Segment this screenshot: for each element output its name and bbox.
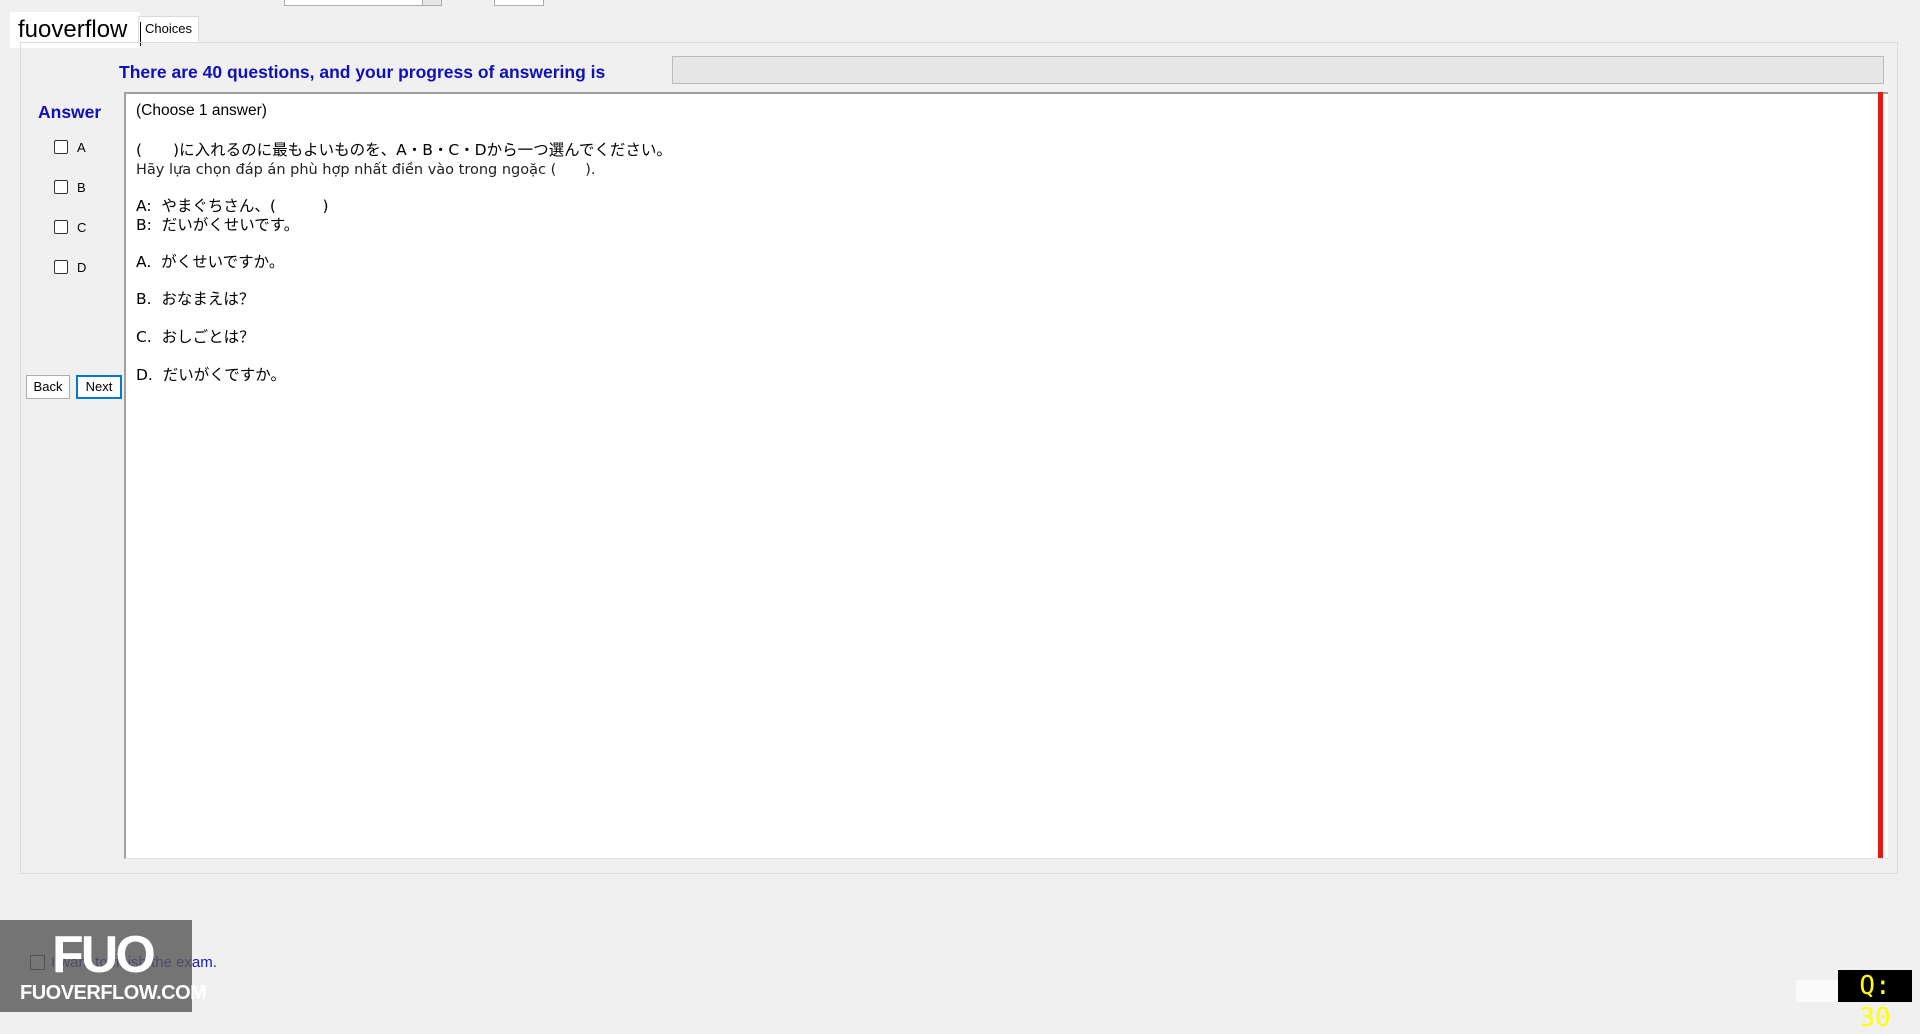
question-instruction-vi: Hãy lựa chọn đáp án phù hợp nhất điền và… bbox=[136, 162, 596, 178]
question-instruction-jp: ( )に入れるのに最もよいものを、A・B・C・Dから一つ選んでください。 bbox=[136, 141, 672, 159]
checkbox[interactable] bbox=[54, 180, 68, 194]
choice-a: A. がくせいですか。 bbox=[136, 253, 285, 271]
answer-option-label: C bbox=[77, 219, 87, 235]
choice-c: C. おしごとは？ bbox=[136, 328, 255, 346]
progress-caption: There are 40 questions, and your progres… bbox=[119, 62, 606, 82]
logo-text: FUOVERFLOW.COM bbox=[20, 982, 207, 1004]
fuoverflow-logo: FUO FUOVERFLOW.COM bbox=[0, 920, 207, 1012]
answer-option-d[interactable]: D bbox=[54, 258, 86, 276]
answer-heading: Answer bbox=[38, 102, 102, 122]
hidden-control bbox=[1796, 980, 1840, 1002]
question-panel[interactable]: (Choose 1 answer) ( )に入れるのに最もよいものを、A・B・C… bbox=[124, 92, 1888, 859]
combo-dropdown-button[interactable] bbox=[422, 0, 441, 5]
next-button[interactable]: Next bbox=[76, 375, 122, 399]
top-combo-box[interactable] bbox=[284, 0, 442, 6]
answer-option-label: B bbox=[77, 179, 86, 195]
red-marker-bar bbox=[1878, 92, 1883, 858]
answer-option-label: D bbox=[77, 259, 87, 275]
checkbox[interactable] bbox=[54, 220, 68, 234]
tab-choices[interactable]: Choices bbox=[138, 16, 199, 43]
question-counter: Q: 30 bbox=[1838, 970, 1912, 1033]
answer-option-b[interactable]: B bbox=[54, 178, 86, 196]
choice-d: D. だいがくですか。 bbox=[136, 366, 286, 384]
checkbox[interactable] bbox=[54, 260, 68, 274]
logo-mark: FUO bbox=[52, 926, 156, 984]
answer-option-a[interactable]: A bbox=[54, 138, 86, 156]
answer-option-c[interactable]: C bbox=[54, 218, 86, 236]
question-hint: (Choose 1 answer) bbox=[136, 102, 267, 119]
top-small-box[interactable] bbox=[494, 0, 544, 6]
choice-b: B. おなまえは？ bbox=[136, 290, 255, 308]
progress-bar bbox=[672, 56, 1884, 84]
dialog-line-b: B: だいがくせいです。 bbox=[136, 216, 300, 234]
back-button[interactable]: Back bbox=[26, 375, 70, 399]
answer-option-label: A bbox=[77, 139, 86, 155]
checkbox[interactable] bbox=[54, 140, 68, 154]
